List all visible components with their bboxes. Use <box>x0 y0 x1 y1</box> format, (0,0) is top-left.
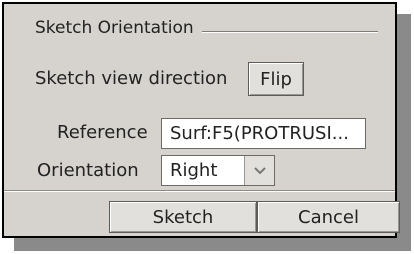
cancel-button[interactable]: Cancel <box>257 201 400 233</box>
flip-button-label: Flip <box>260 68 292 90</box>
reference-value: Surf:F5(PROTRUSI... <box>170 123 349 144</box>
orientation-select[interactable]: Right <box>161 155 275 186</box>
dropdown-arrow-button[interactable] <box>244 156 274 185</box>
reference-field[interactable]: Surf:F5(PROTRUSI... <box>161 118 366 149</box>
flip-button[interactable]: Flip <box>248 62 304 96</box>
chevron-down-icon <box>253 166 266 174</box>
sketch-button-label: Sketch <box>152 206 214 228</box>
cancel-button-label: Cancel <box>298 206 359 228</box>
sketch-button[interactable]: Sketch <box>109 201 257 233</box>
orientation-value: Right <box>170 160 218 181</box>
footer-divider <box>4 190 395 192</box>
view-direction-label: Sketch view direction <box>35 68 228 89</box>
sketch-dialog: Sketch Orientation Sketch view direction… <box>2 2 400 238</box>
orientation-label: Orientation <box>37 160 139 181</box>
reference-label: Reference <box>57 122 148 143</box>
group-divider <box>202 31 378 33</box>
group-title: Sketch Orientation <box>35 18 194 38</box>
